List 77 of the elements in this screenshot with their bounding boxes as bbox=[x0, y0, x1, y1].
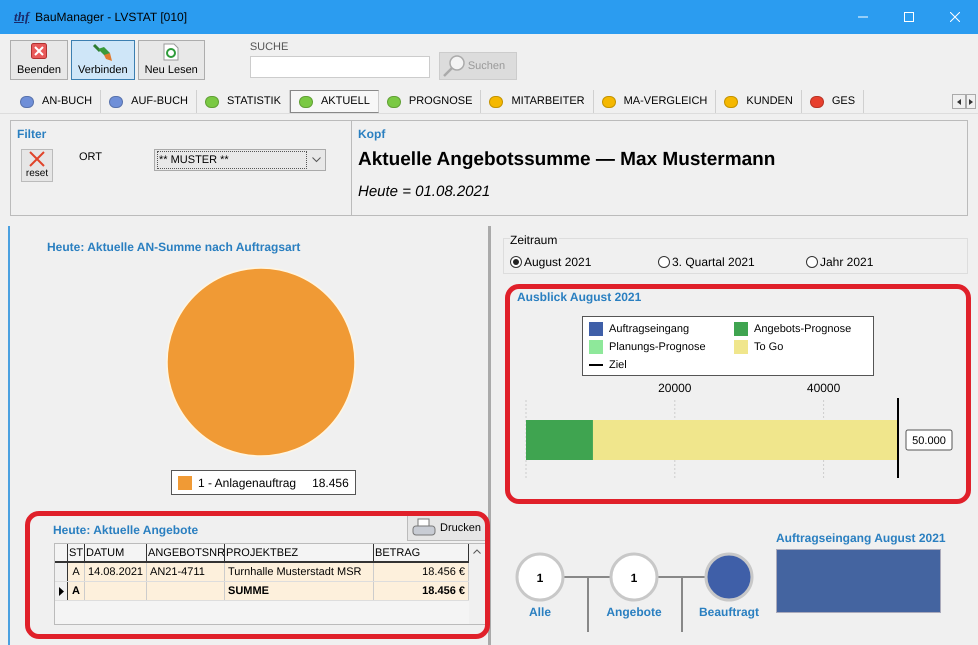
node-label: Angebote bbox=[606, 605, 662, 619]
node-label: Alle bbox=[529, 605, 551, 619]
scrollbar[interactable] bbox=[469, 544, 485, 624]
row-indicator[interactable] bbox=[55, 582, 68, 600]
axis-tick-label: 40000 bbox=[806, 381, 840, 395]
maximize-icon bbox=[904, 12, 914, 22]
table-cell: 14.08.2021 bbox=[85, 563, 147, 581]
column-header[interactable]: DATUM bbox=[85, 544, 147, 561]
tab[interactable]: MA-VERGLEICH bbox=[594, 90, 716, 113]
location-dropdown[interactable]: ** MUSTER ** bbox=[154, 149, 326, 171]
app-logo: thf bbox=[14, 8, 30, 26]
radio-option[interactable]: Jahr 2021 bbox=[806, 253, 916, 271]
close-icon bbox=[28, 150, 46, 168]
radio-option[interactable]: 3. Quartal 2021 bbox=[658, 253, 806, 271]
window-title: BauManager - LVSTAT [010] bbox=[35, 9, 188, 26]
plug-icon bbox=[92, 43, 114, 63]
panel-title: Kopf bbox=[358, 126, 386, 143]
toolbar-button[interactable]: Verbinden bbox=[71, 40, 135, 80]
close-icon bbox=[950, 12, 960, 22]
tab[interactable]: STATISTIK bbox=[196, 90, 290, 113]
current-row-icon bbox=[58, 586, 64, 596]
toolbar-button[interactable]: Neu Lesen bbox=[138, 40, 205, 80]
radio-button[interactable] bbox=[510, 256, 522, 268]
legend-label: Planungs-Prognose bbox=[609, 340, 706, 355]
node-count: 1 bbox=[536, 571, 544, 585]
page-heading: Aktuelle Angebotssumme — Max Mustermann bbox=[358, 148, 776, 172]
radio-option[interactable]: August 2021 bbox=[510, 253, 658, 271]
chart-title: Ausblick August 2021 bbox=[517, 289, 642, 306]
tab[interactable]: KUNDEN bbox=[716, 90, 802, 113]
node-count: 1 bbox=[630, 571, 638, 585]
arrow-right-icon bbox=[969, 98, 973, 104]
printer-icon bbox=[412, 518, 436, 538]
legend-line bbox=[589, 364, 603, 366]
search-field[interactable] bbox=[250, 56, 430, 78]
legend-label: 1 - Anlagenauftrag bbox=[198, 474, 296, 492]
tab[interactable]: MITARBEITER bbox=[481, 90, 594, 113]
caret-icon bbox=[312, 157, 321, 163]
table-cell: A bbox=[68, 563, 85, 581]
reset-button[interactable]: reset bbox=[21, 149, 53, 182]
field-label: ORT bbox=[79, 150, 102, 165]
table-cell: A bbox=[68, 582, 85, 600]
close-icon bbox=[31, 43, 48, 59]
node-label: Beauftragt bbox=[699, 605, 759, 619]
value-label: 50.000 bbox=[906, 430, 952, 450]
search-label: SUCHE bbox=[250, 40, 290, 54]
legend-value: 18.456 bbox=[312, 474, 349, 492]
tab[interactable]: AUF-BUCH bbox=[101, 90, 197, 113]
search-icon bbox=[442, 54, 466, 78]
tab[interactable]: PROGNOSE bbox=[378, 90, 482, 113]
column-header[interactable]: ST bbox=[68, 544, 85, 561]
refresh-icon bbox=[163, 43, 180, 61]
row-indicator[interactable] bbox=[55, 563, 68, 581]
table-title: Heute: Aktuelle Angebote bbox=[53, 522, 198, 539]
legend-label: Auftragseingang bbox=[609, 322, 690, 337]
table-cell: Turnhalle Musterstadt MSR bbox=[225, 563, 374, 581]
table-cell: AN21-4711 bbox=[147, 563, 225, 581]
chart-title: Auftragseingang August 2021 bbox=[776, 530, 946, 547]
tab[interactable]: AN-BUCH bbox=[12, 90, 102, 113]
date-text: Heute = 01.08.2021 bbox=[358, 182, 492, 202]
arrow-left-icon bbox=[957, 98, 961, 104]
legend-label: Ziel bbox=[609, 358, 627, 373]
axis-tick-label: 20000 bbox=[658, 381, 692, 395]
legend-label: Angebots-Prognose bbox=[754, 322, 852, 337]
toolbar-button[interactable]: Beenden bbox=[10, 40, 68, 80]
column-header[interactable]: PROJEKTBEZ bbox=[225, 544, 374, 561]
tab[interactable]: AKTUELL bbox=[290, 90, 379, 113]
table-cell: SUMME bbox=[225, 582, 374, 600]
tab[interactable]: GES bbox=[802, 90, 864, 113]
radio-button[interactable] bbox=[806, 256, 818, 268]
panel-title: Filter bbox=[17, 126, 48, 143]
scroll-right-button[interactable] bbox=[966, 94, 976, 109]
print-button[interactable]: Drucken bbox=[407, 515, 486, 541]
scroll-left-button[interactable] bbox=[952, 94, 966, 109]
legend-label: To Go bbox=[754, 340, 784, 355]
arrow-up-icon bbox=[473, 549, 481, 554]
radio-button[interactable] bbox=[658, 256, 670, 268]
chart-title: Heute: Aktuelle AN-Summe nach Auftragsart bbox=[47, 239, 300, 256]
